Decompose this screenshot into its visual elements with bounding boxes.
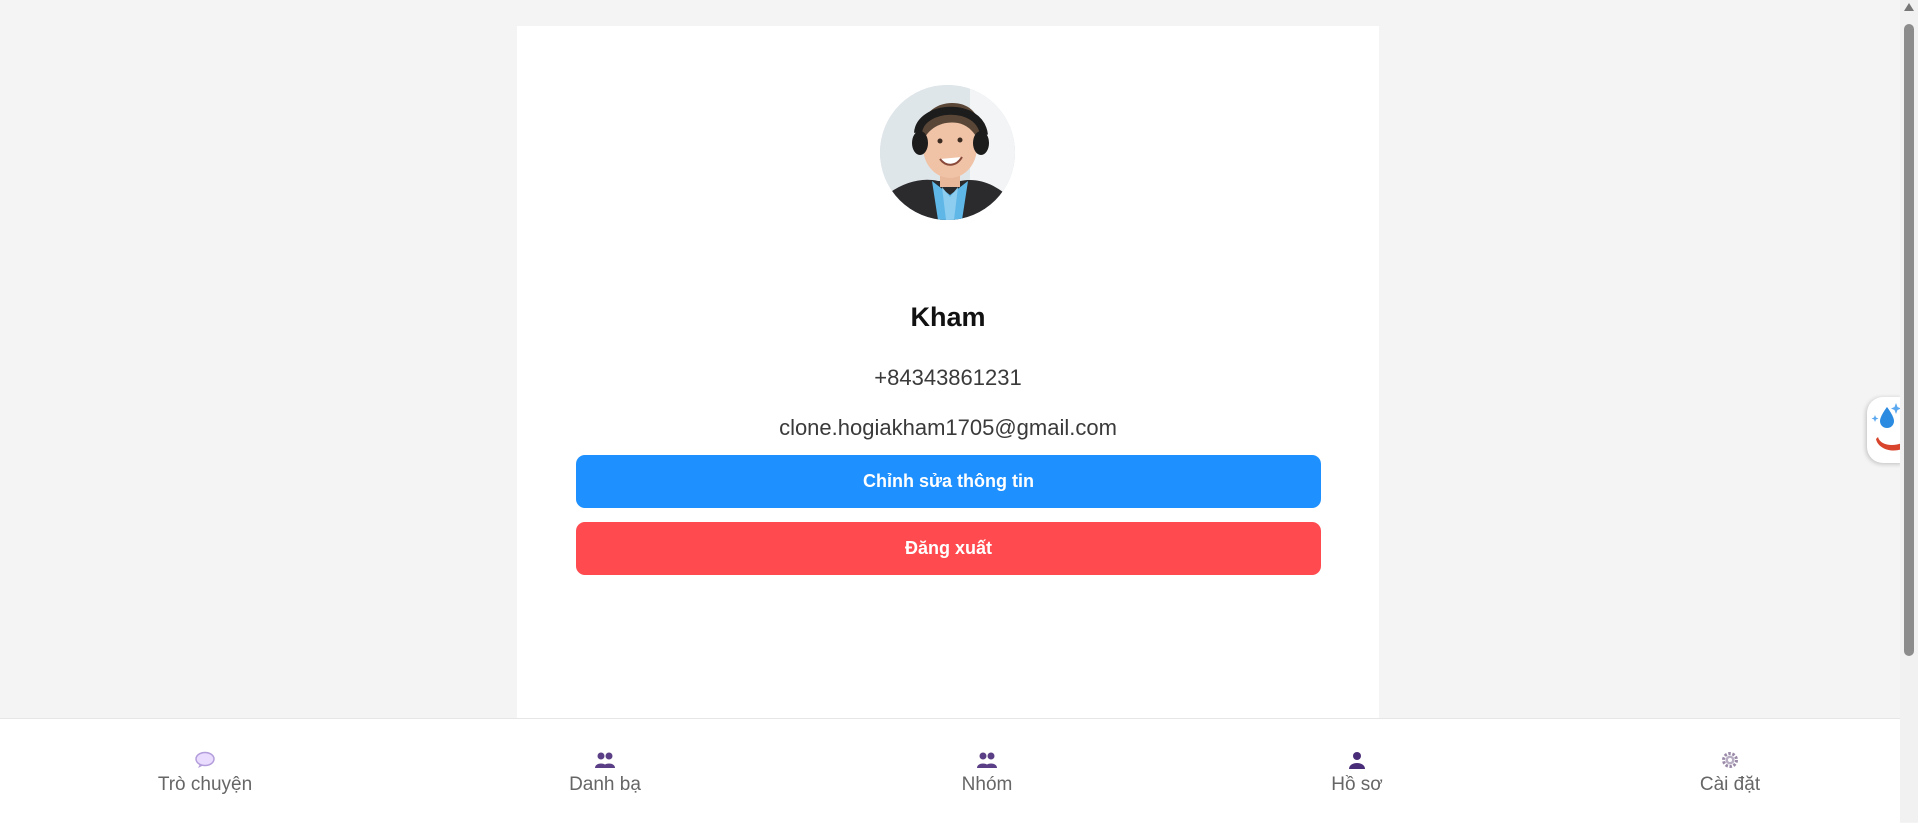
extension-icon <box>1871 403 1902 451</box>
logout-button[interactable]: Đăng xuất <box>576 522 1321 575</box>
edit-profile-button[interactable]: Chỉnh sửa thông tin <box>576 455 1321 508</box>
nav-label-contacts: Danh bạ <box>569 774 641 795</box>
profile-icon <box>1349 752 1365 769</box>
profile-phone: +84343861231 <box>874 365 1022 390</box>
scroll-up-arrow-icon[interactable] <box>1904 3 1914 11</box>
scrollbar-thumb[interactable] <box>1904 24 1914 656</box>
chat-icon <box>195 751 215 768</box>
nav-label-groups: Nhóm <box>961 774 1013 795</box>
nav-label-settings: Cài đặt <box>1699 774 1761 795</box>
profile-card: Kham +84343861231 clone.hogiakham1705@gm… <box>517 26 1379 718</box>
settings-icon <box>1722 752 1738 768</box>
bottom-nav: Trò chuyện Danh bạ Nhóm Hồ sơ Cài đặt <box>0 718 1900 823</box>
group-icon <box>977 752 997 768</box>
user-photo-icon <box>880 85 1015 220</box>
profile-name: Kham <box>910 302 986 332</box>
nav-label-chat: Trò chuyện <box>157 774 253 795</box>
vertical-scrollbar[interactable] <box>1900 0 1918 822</box>
edit-profile-label: Chỉnh sửa thông tin <box>862 471 1034 491</box>
nav-item-groups[interactable]: Nhóm <box>907 751 1067 796</box>
nav-item-settings[interactable]: Cài đặt <box>1650 751 1810 796</box>
floating-extension-widget[interactable] <box>1867 397 1903 463</box>
contacts-icon <box>595 752 615 768</box>
avatar <box>880 85 1015 220</box>
profile-email: clone.hogiakham1705@gmail.com <box>779 415 1117 440</box>
nav-item-profile[interactable]: Hồ sơ <box>1277 751 1437 796</box>
nav-item-chat[interactable]: Trò chuyện <box>125 751 285 796</box>
nav-label-profile: Hồ sơ <box>1331 774 1383 795</box>
nav-item-contacts[interactable]: Danh bạ <box>525 751 685 796</box>
logout-label: Đăng xuất <box>904 538 992 558</box>
